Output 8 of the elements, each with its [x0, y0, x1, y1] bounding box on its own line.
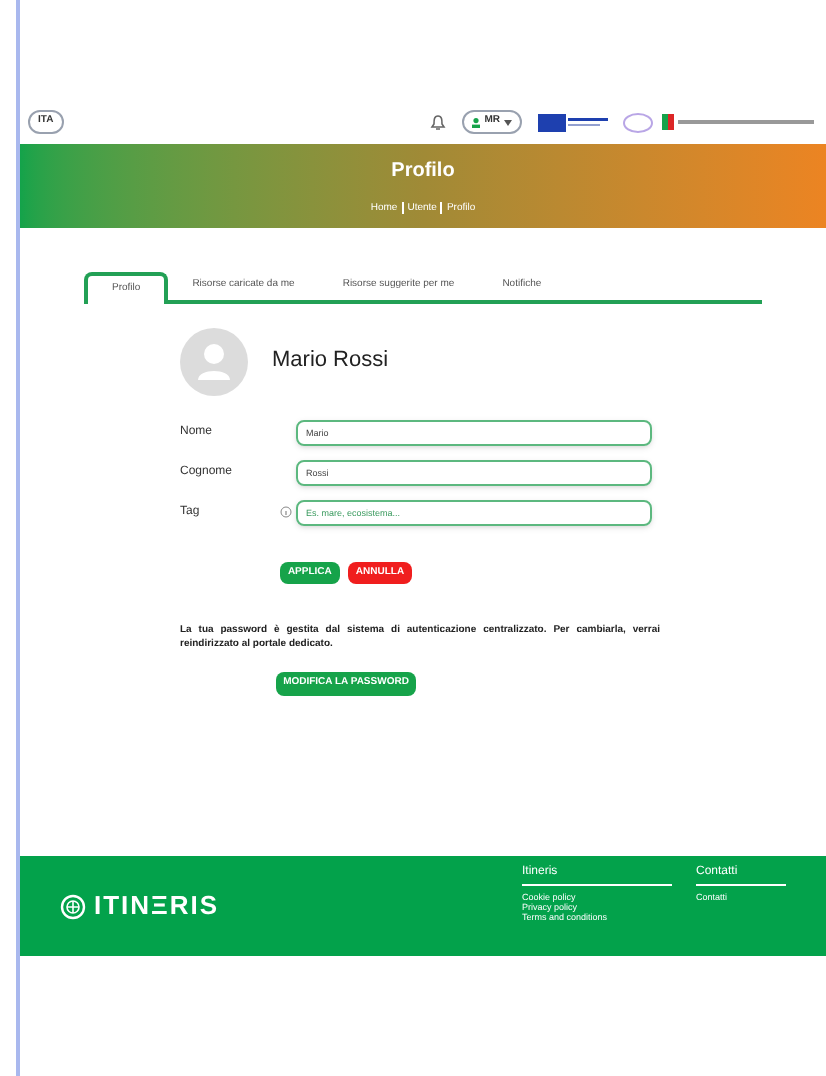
bell-icon[interactable] — [430, 113, 447, 131]
page-title: Profilo — [391, 157, 455, 186]
footer-logo: ITINΞRIS — [94, 888, 220, 925]
user-icon — [472, 117, 481, 127]
profile-name: Mario Rossi — [272, 346, 389, 377]
avatar-icon — [180, 327, 248, 395]
globe-icon — [60, 893, 86, 919]
caret-icon — [504, 119, 512, 125]
